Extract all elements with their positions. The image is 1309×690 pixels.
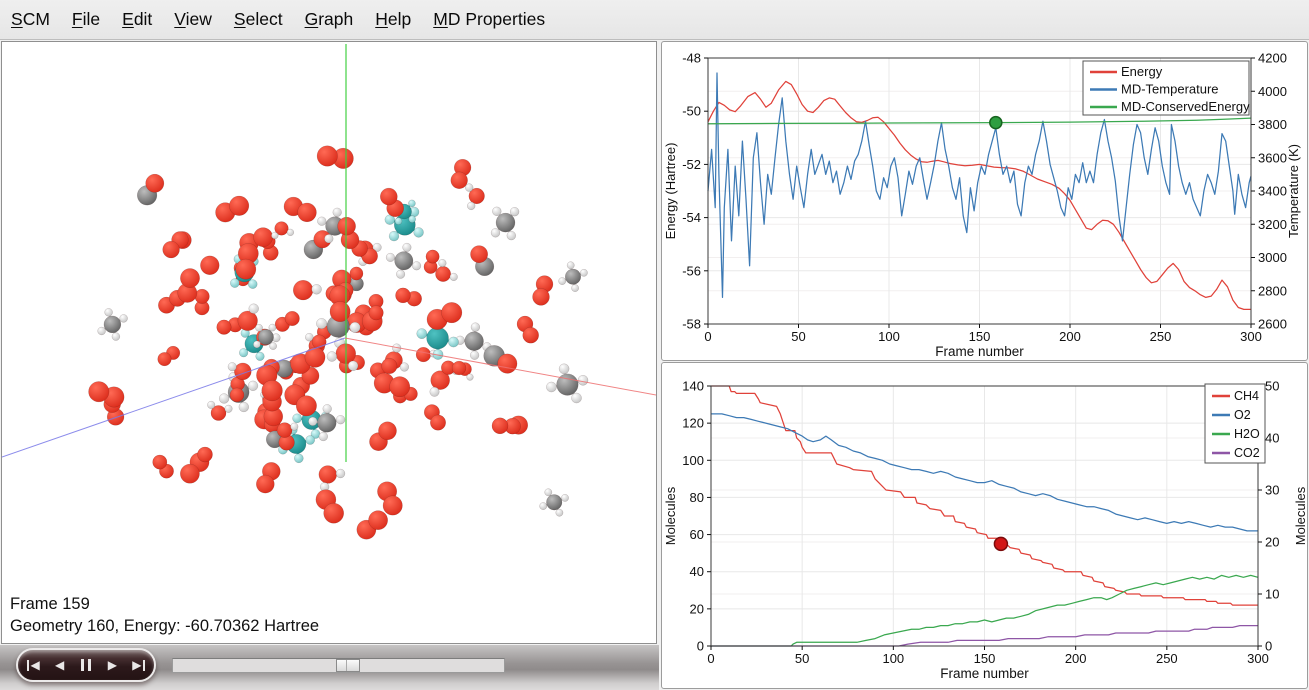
svg-text:-48: -48 (682, 51, 701, 66)
energy-chart-panel: -48 -50 -52 -54 -56 -58 4200 4000 3800 3600 3400 32… (661, 41, 1308, 361)
chart-chart-molecules: 1401201008060402005040302010005010015020… (663, 379, 1307, 682)
menu-item-edit[interactable]: Edit (111, 0, 163, 39)
svg-text:Frame number: Frame number (940, 666, 1029, 681)
scene-molecules (89, 146, 588, 540)
svg-text:200: 200 (1065, 651, 1087, 666)
svg-text:2600: 2600 (1258, 317, 1287, 332)
svg-text:80: 80 (690, 490, 704, 505)
svg-text:120: 120 (682, 416, 704, 431)
svg-text:CO2: CO2 (1234, 446, 1260, 460)
svg-text:-50: -50 (682, 104, 701, 119)
svg-text:-56: -56 (682, 263, 701, 278)
molecule-count-chart[interactable]: 1401201008060402005040302010005010015020… (662, 363, 1307, 688)
svg-text:250: 250 (1150, 329, 1172, 344)
svg-text:Molecules: Molecules (1293, 486, 1307, 545)
svg-text:MD-Temperature: MD-Temperature (1121, 82, 1219, 97)
svg-text:300: 300 (1247, 651, 1269, 666)
frame-slider-handle[interactable] (336, 659, 360, 672)
svg-text:30: 30 (1265, 483, 1279, 498)
svg-text:CH4: CH4 (1234, 389, 1259, 403)
svg-text:50: 50 (791, 329, 805, 344)
molecule-3d-scene[interactable] (2, 42, 656, 643)
menu-item-view[interactable]: View (163, 0, 223, 39)
svg-text:-52: -52 (682, 157, 701, 172)
svg-text:20: 20 (690, 601, 704, 616)
svg-text:50: 50 (1265, 379, 1279, 394)
svg-text:300: 300 (1240, 329, 1262, 344)
menu-item-select[interactable]: Select (223, 0, 294, 39)
ams-movie-window: SCMFileEditViewSelectGraphHelpMD Propert… (0, 0, 1309, 690)
molecule-viewer-panel[interactable]: Frame 159 Geometry 160, Energy: -60.7036… (1, 41, 657, 644)
svg-text:Energy: Energy (1121, 64, 1163, 79)
legend[interactable]: Energy MD-Temperature MD-ConservedEnergy (1083, 61, 1250, 115)
menu-item-graph[interactable]: Graph (294, 0, 365, 39)
svg-text:10: 10 (1265, 587, 1279, 602)
svg-text:O2: O2 (1234, 408, 1251, 422)
svg-text:50: 50 (795, 651, 809, 666)
svg-text:3000: 3000 (1258, 250, 1287, 265)
menu-item-file[interactable]: File (61, 0, 111, 39)
geometry-energy-label: Geometry 160, Energy: -60.70362 Hartree (10, 615, 319, 637)
svg-text:-54: -54 (682, 210, 701, 225)
play-button[interactable]: ▶ (101, 653, 123, 677)
svg-text:40: 40 (1265, 431, 1279, 446)
svg-text:250: 250 (1156, 651, 1178, 666)
menu-item-scm[interactable]: SCM (0, 0, 61, 39)
frame-slider[interactable] (172, 658, 505, 673)
current-frame-marker[interactable] (994, 537, 1007, 550)
step-back-icon: ◀ (55, 658, 64, 672)
frame-status: Frame 159 Geometry 160, Energy: -60.7036… (10, 593, 319, 637)
play-icon: ▶ (108, 658, 117, 672)
molecules-chart-panel: 1401201008060402005040302010005010015020… (661, 362, 1308, 689)
svg-text:4200: 4200 (1258, 51, 1287, 66)
frame-number-label: Frame 159 (10, 593, 319, 615)
svg-text:100: 100 (682, 453, 704, 468)
svg-text:150: 150 (974, 651, 996, 666)
svg-text:3800: 3800 (1258, 117, 1287, 132)
svg-text:4000: 4000 (1258, 84, 1287, 99)
skip-to-start-button[interactable]: ◀ (22, 653, 44, 677)
menu-bar: SCMFileEditViewSelectGraphHelpMD Propert… (0, 0, 1309, 40)
pause-icon (81, 659, 84, 671)
svg-text:100: 100 (878, 329, 900, 344)
svg-text:40: 40 (690, 564, 704, 579)
pause-button[interactable] (75, 653, 97, 677)
current-frame-marker[interactable] (990, 117, 1002, 129)
svg-text:100: 100 (882, 651, 904, 666)
svg-text:Temperature (K): Temperature (K) (1286, 144, 1301, 238)
menu-item-help[interactable]: Help (364, 0, 422, 39)
svg-text:20: 20 (1265, 535, 1279, 550)
svg-text:3200: 3200 (1258, 217, 1287, 232)
chart-chart-energy: -48 -50 -52 -54 -56 -58 4200 4000 3800 3600 3400 32… (663, 51, 1301, 360)
svg-text:200: 200 (1059, 329, 1081, 344)
svg-text:0: 0 (704, 329, 711, 344)
svg-text:3400: 3400 (1258, 184, 1287, 199)
svg-text:0: 0 (697, 639, 704, 654)
svg-text:0: 0 (707, 651, 714, 666)
svg-text:-58: -58 (682, 317, 701, 332)
skip-to-start-icon: ◀ (30, 658, 39, 672)
legend[interactable]: CH4 O2 H2O CO2 (1205, 384, 1265, 463)
svg-text:150: 150 (969, 329, 991, 344)
skip-to-start-icon (27, 660, 30, 671)
svg-text:60: 60 (690, 527, 704, 542)
skip-to-end-button[interactable]: ▶ (128, 653, 150, 677)
playback-strip: ◀ ◀ ▶ ▶ (0, 645, 659, 690)
svg-text:2800: 2800 (1258, 283, 1287, 298)
svg-text:H2O: H2O (1234, 427, 1260, 441)
skip-to-end-icon: ▶ (132, 658, 141, 672)
svg-text:MD-ConservedEnergy: MD-ConservedEnergy (1121, 99, 1250, 114)
svg-text:Molecules: Molecules (663, 486, 678, 545)
playback-controls: ◀ ◀ ▶ ▶ (16, 648, 156, 682)
svg-text:140: 140 (682, 379, 704, 394)
energy-temperature-chart[interactable]: -48 -50 -52 -54 -56 -58 4200 4000 3800 3600 3400 32… (662, 42, 1307, 360)
svg-text:Frame number: Frame number (935, 344, 1024, 359)
svg-text:Energy (Hartree): Energy (Hartree) (663, 143, 678, 240)
menu-item-md-properties[interactable]: MD Properties (422, 0, 556, 39)
svg-text:3600: 3600 (1258, 150, 1287, 165)
step-back-button[interactable]: ◀ (49, 653, 71, 677)
